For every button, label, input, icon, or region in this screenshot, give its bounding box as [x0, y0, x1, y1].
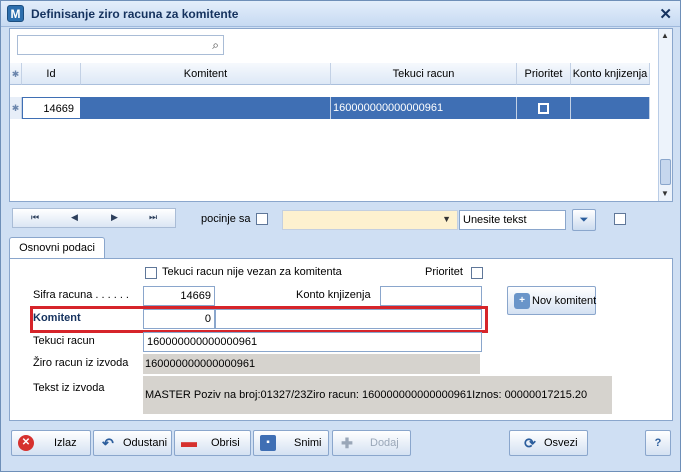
tekuci-racun-field[interactable]: 160000000000000961	[143, 332, 482, 352]
odustani-button[interactable]: ↶ Odustani	[93, 430, 172, 456]
ziro-izvoda-value: 160000000000000961	[143, 354, 480, 374]
pocinje-sa-checkbox[interactable]	[256, 213, 268, 225]
izlaz-button[interactable]: ✕ Izlaz	[11, 430, 91, 456]
undo-icon: ↶	[102, 435, 114, 451]
filter-field-combo[interactable]: ▼	[282, 210, 458, 230]
sifra-racuna-field[interactable]: 14669	[143, 286, 215, 306]
tekst-izvoda-label: Tekst iz izvoda	[33, 382, 105, 394]
table-row[interactable]: ✱ 14669 160000000000000961	[10, 97, 650, 119]
prev-record-icon[interactable]: ◀	[71, 212, 78, 223]
record-navigator: ⏮ ◀ ▶ ⏭	[12, 208, 176, 228]
prioritet-form-checkbox[interactable]	[471, 267, 483, 279]
grid-header-row: ✱ Id Komitent Tekuci racun Prioritet Kon…	[10, 63, 650, 85]
add-user-icon: +	[514, 293, 530, 309]
obrisi-button[interactable]: ▬ Obrisi	[174, 430, 251, 456]
osvezi-button[interactable]: ⟳ Osvezi	[509, 430, 588, 456]
nov-komitent-button[interactable]: + Nov komitent	[507, 286, 596, 315]
save-icon: ▪	[260, 435, 276, 451]
column-header-tekuci-racun[interactable]: Tekuci racun	[331, 63, 517, 85]
help-button[interactable]: ?	[645, 430, 671, 456]
last-record-icon[interactable]: ⏭	[149, 212, 157, 223]
row-cell-tekuci-racun[interactable]: 160000000000000961	[331, 97, 517, 119]
column-header-id[interactable]: Id	[22, 63, 81, 85]
scroll-up-icon[interactable]: ▲	[661, 31, 669, 40]
sifra-racuna-label: Sifra racuna . . . . . .	[33, 289, 129, 301]
izlaz-label: Izlaz	[54, 437, 77, 449]
column-header-konto[interactable]: Konto knjizenja	[571, 63, 650, 85]
first-record-icon[interactable]: ⏮	[31, 212, 39, 223]
exit-icon: ✕	[18, 435, 34, 451]
pocinje-sa-label: pocinje sa	[201, 213, 251, 225]
column-header-prioritet[interactable]: Prioritet	[517, 63, 571, 85]
prioritet-checkbox[interactable]	[538, 102, 549, 114]
search-icon: ⌕	[212, 38, 219, 52]
tab-osnovni-podaci[interactable]: Osnovni podaci	[9, 237, 105, 259]
konto-knjizenja-label: Konto knjizenja	[296, 289, 371, 301]
komitent-name-field[interactable]	[215, 309, 482, 329]
form-panel: Tekuci racun nije vezan za komitenta Pri…	[9, 258, 673, 421]
tekuci-racun-label: Tekuci racun	[33, 335, 95, 347]
nov-komitent-label: Nov komitent	[532, 295, 597, 307]
snimi-label: Snimi	[294, 437, 322, 449]
filter-toggle-checkbox[interactable]	[614, 213, 626, 225]
odustani-label: Odustani	[123, 437, 168, 449]
navigation-bar: ⏮ ◀ ▶ ⏭ pocinje sa ▼ Unesite tekst ⏷	[9, 206, 673, 232]
filter-text-input[interactable]: Unesite tekst	[459, 210, 566, 230]
plus-icon: ✚	[341, 435, 353, 451]
filter-icon[interactable]: ⏷	[572, 209, 596, 231]
row-cell-id[interactable]: 14669	[22, 97, 81, 119]
row-cell-konto[interactable]	[571, 97, 650, 119]
app-icon: M	[7, 5, 24, 22]
osvezi-label: Osvezi	[544, 437, 578, 449]
close-icon[interactable]: ✕	[659, 5, 672, 23]
search-input[interactable]: ⌕	[17, 35, 224, 55]
ziro-izvoda-label: Žiro racun iz izvoda	[33, 357, 129, 369]
prioritet-label: Prioritet	[425, 266, 463, 278]
nije-vezan-label: Tekuci racun nije vezan za komitenta	[162, 266, 342, 278]
row-indicator-icon: ✱	[10, 97, 22, 119]
komitent-code-field[interactable]: 0	[143, 309, 215, 329]
window-title: Definisanje ziro racuna za komitente	[31, 7, 239, 21]
dodaj-button[interactable]: ✚ Dodaj	[332, 430, 411, 456]
dialog-window: M Definisanje ziro racuna za komitente ✕…	[0, 0, 681, 472]
chevron-down-icon[interactable]: ▼	[442, 214, 451, 224]
refresh-icon: ⟳	[524, 435, 536, 451]
scroll-down-icon[interactable]: ▼	[661, 189, 669, 198]
minus-icon: ▬	[181, 434, 197, 451]
snimi-button[interactable]: ▪ Snimi	[253, 430, 329, 456]
grid-panel: ⌕ ✱ Id Komitent Tekuci racun Prioritet K…	[9, 28, 673, 202]
nije-vezan-checkbox[interactable]	[145, 267, 157, 279]
scroll-thumb[interactable]	[660, 159, 671, 185]
vertical-scrollbar[interactable]: ▲ ▼	[658, 29, 672, 201]
obrisi-label: Obrisi	[211, 437, 240, 449]
dodaj-label: Dodaj	[370, 437, 399, 449]
konto-knjizenja-field[interactable]	[380, 286, 482, 306]
header-indicator-icon: ✱	[10, 63, 22, 85]
column-header-komitent[interactable]: Komitent	[81, 63, 331, 85]
row-cell-komitent[interactable]	[81, 97, 331, 119]
title-bar: M Definisanje ziro racuna za komitente ✕	[1, 1, 680, 27]
row-cell-prioritet[interactable]	[517, 97, 571, 119]
next-record-icon[interactable]: ▶	[111, 212, 118, 223]
komitent-label: Komitent	[33, 312, 81, 324]
tekst-izvoda-value: MASTER Poziv na broj:01327/23Ziro racun:…	[143, 376, 612, 414]
